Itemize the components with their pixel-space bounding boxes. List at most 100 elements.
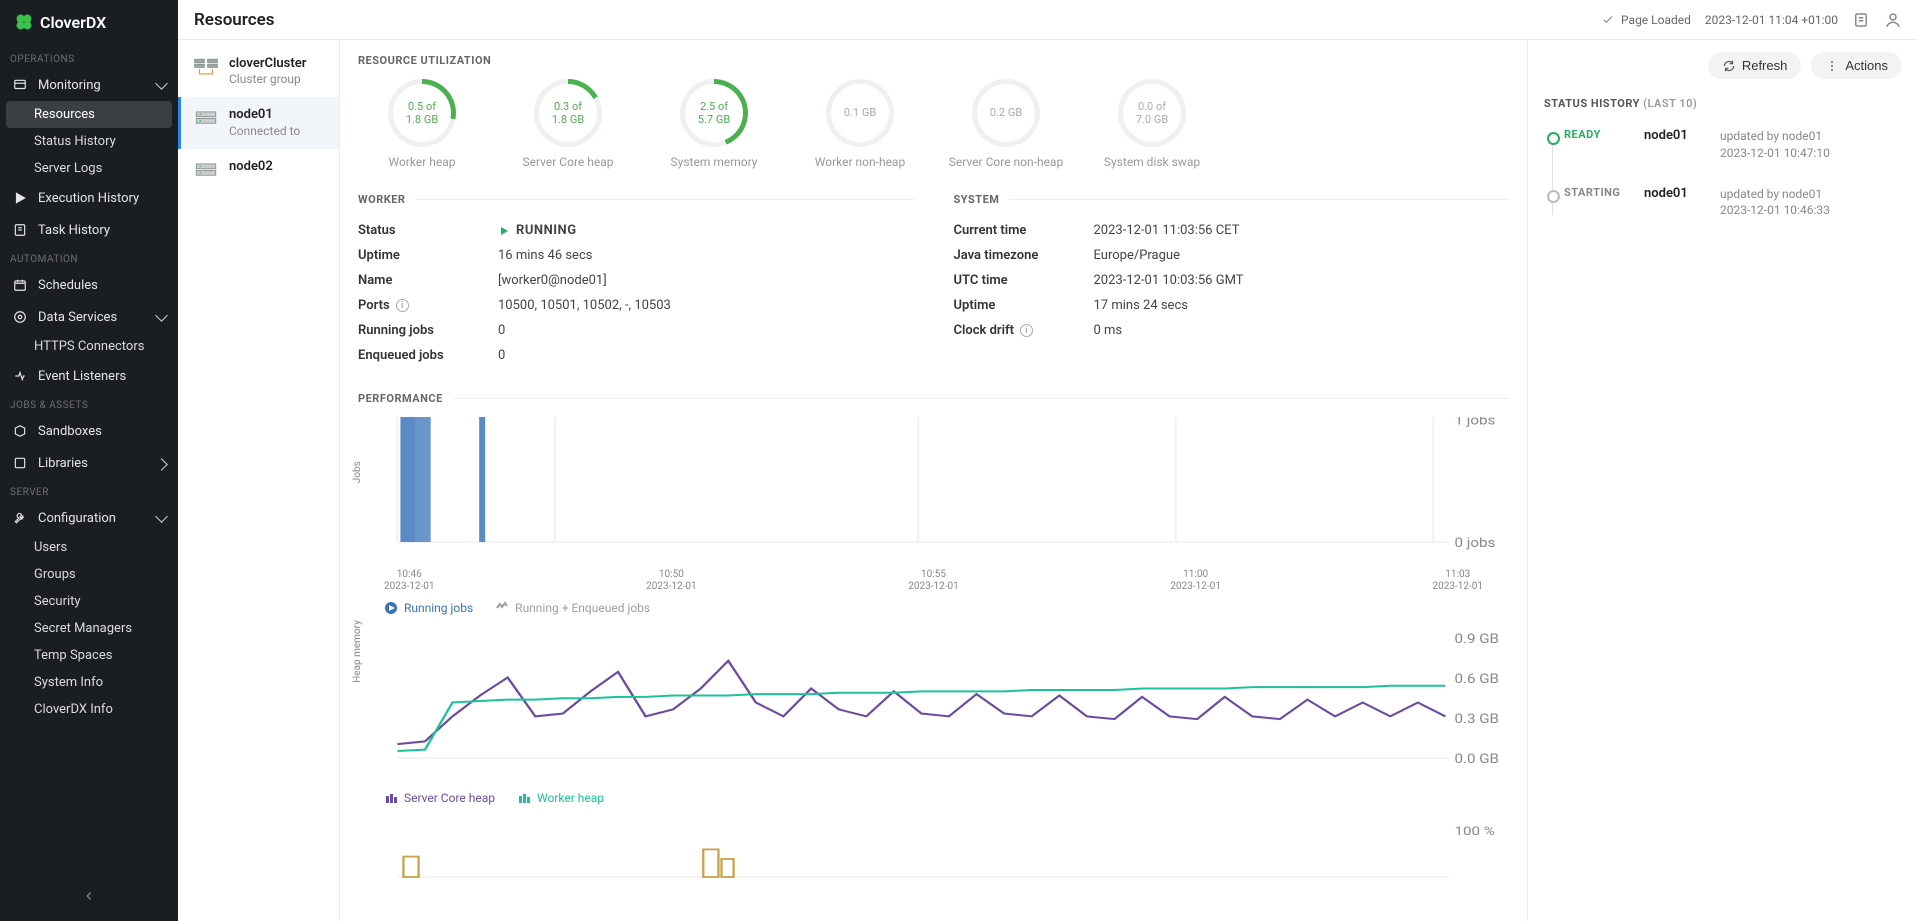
worker-enq-key: Enqueued jobs bbox=[358, 348, 498, 363]
services-icon bbox=[12, 309, 28, 325]
status-history-list: READY node01 updated by node012023-12-01… bbox=[1544, 128, 1902, 219]
refresh-button[interactable]: Refresh bbox=[1708, 52, 1802, 79]
worker-name-value: [worker0@node01] bbox=[498, 273, 607, 288]
nav-group-automation: AUTOMATION bbox=[0, 246, 178, 269]
nav-monitoring-label: Monitoring bbox=[38, 78, 101, 93]
nav-sandboxes-label: Sandboxes bbox=[38, 424, 102, 439]
worker-status-key: Status bbox=[358, 223, 498, 238]
sys-up-value: 17 mins 24 secs bbox=[1094, 298, 1188, 313]
history-status: READY bbox=[1564, 128, 1626, 141]
sys-utc-key: UTC time bbox=[954, 273, 1094, 288]
calendar-icon bbox=[12, 277, 28, 293]
wrench-icon bbox=[12, 510, 28, 526]
node01-sub: Connected to bbox=[229, 124, 300, 139]
worker-enq-value: 0 bbox=[498, 348, 505, 363]
worker-ports-value: 10500, 10501, 10502, -, 10503 bbox=[498, 298, 671, 313]
gauge: 0.2 GB Server Core non-heap bbox=[942, 79, 1070, 169]
node-list: cloverCluster Cluster group node01 Conne… bbox=[178, 40, 340, 921]
status-history-title: STATUS HISTORY (LAST 10) bbox=[1544, 97, 1902, 110]
kebab-icon bbox=[1825, 59, 1839, 73]
worker-running-value: 0 bbox=[498, 323, 505, 338]
nav-data-services[interactable]: Data Services bbox=[0, 301, 178, 333]
node-cluster-name: cloverCluster bbox=[229, 56, 306, 72]
performance-title: PERFORMANCE bbox=[358, 392, 1509, 405]
nav-https-connectors[interactable]: HTTPS Connectors bbox=[0, 333, 178, 360]
svg-text:0 jobs: 0 jobs bbox=[1454, 536, 1495, 550]
worker-status-value: RUNNING bbox=[498, 223, 577, 238]
history-meta: updated by node012023-12-01 10:47:10 bbox=[1720, 128, 1830, 162]
gauge-row: 0.5 of1.8 GB Worker heap 0.3 of1.8 GB Se… bbox=[358, 79, 1509, 169]
page-loaded-status: Page Loaded bbox=[1601, 13, 1691, 27]
nav-status-history[interactable]: Status History bbox=[0, 128, 178, 155]
check-icon bbox=[1601, 13, 1615, 27]
nav-monitoring[interactable]: Monitoring bbox=[0, 69, 178, 101]
nav-task-history[interactable]: Task History bbox=[0, 214, 178, 246]
brand-logo: CloverDX bbox=[0, 0, 178, 46]
gauge: 2.5 of5.7 GB System memory bbox=[650, 79, 778, 169]
history-status: STARTING bbox=[1564, 186, 1626, 199]
notes-icon[interactable] bbox=[1852, 11, 1870, 29]
sys-cd-value: 0 ms bbox=[1094, 323, 1123, 338]
heap-legend: Server Core heap Worker heap bbox=[384, 791, 1509, 805]
sidebar: CloverDX OPERATIONS Monitoring Resources… bbox=[0, 0, 178, 921]
topbar: Resources Page Loaded 2023-12-01 11:04 +… bbox=[178, 0, 1918, 40]
node-cluster[interactable]: cloverCluster Cluster group bbox=[178, 46, 339, 97]
gauge-value: 0.3 of1.8 GB bbox=[552, 100, 584, 126]
clover-icon bbox=[14, 12, 34, 32]
content: cloverCluster Cluster group node01 Conne… bbox=[178, 40, 1918, 921]
sys-cd-key: Clock drift i bbox=[954, 323, 1094, 338]
sys-utc-value: 2023-12-01 10:03:56 GMT bbox=[1094, 273, 1244, 288]
svg-text:0.3 GB: 0.3 GB bbox=[1454, 712, 1498, 726]
nav-schedules[interactable]: Schedules bbox=[0, 269, 178, 301]
legend-worker-heap[interactable]: Worker heap bbox=[517, 791, 604, 805]
chevron-left-icon bbox=[82, 889, 96, 903]
gauge-value: 2.5 of5.7 GB bbox=[698, 100, 730, 126]
nav-libraries[interactable]: Libraries bbox=[0, 447, 178, 479]
nav-group-jobs: JOBS & ASSETS bbox=[0, 392, 178, 415]
jobs-x-ticks: 10:462023-12-01 10:502023-12-01 10:55202… bbox=[384, 569, 1483, 593]
gauge-value: 0.5 of1.8 GB bbox=[406, 100, 438, 126]
svg-text:100 %: 100 % bbox=[1454, 824, 1494, 838]
nav-cloverdx-info[interactable]: CloverDX Info bbox=[0, 696, 178, 723]
nav-system-info[interactable]: System Info bbox=[0, 669, 178, 696]
gauge-value: 0.0 of7.0 GB bbox=[1136, 100, 1168, 126]
refresh-icon bbox=[1722, 59, 1736, 73]
nav-security[interactable]: Security bbox=[0, 588, 178, 615]
legend-enq-jobs[interactable]: Running + Enqueued jobs bbox=[495, 601, 650, 615]
actions-button[interactable]: Actions bbox=[1811, 52, 1902, 79]
node-node01[interactable]: node01 Connected to bbox=[178, 97, 339, 148]
history-node: node01 bbox=[1644, 128, 1702, 143]
info-icon[interactable]: i bbox=[1020, 324, 1033, 337]
node-node02[interactable]: node02 bbox=[178, 149, 339, 195]
right-panel: Refresh Actions STATUS HISTORY (LAST 10)… bbox=[1528, 40, 1918, 921]
sidebar-collapse[interactable] bbox=[0, 879, 178, 921]
svg-text:0.9 GB: 0.9 GB bbox=[1454, 633, 1498, 647]
info-icon[interactable]: i bbox=[396, 299, 409, 312]
nav-groups[interactable]: Groups bbox=[0, 561, 178, 588]
gauge: 0.1 GB Worker non-heap bbox=[796, 79, 924, 169]
history-row: STARTING node01 updated by node012023-12… bbox=[1564, 186, 1902, 220]
legend-running-jobs[interactable]: Running jobs bbox=[384, 601, 473, 615]
resource-utilization-title: RESOURCE UTILIZATION bbox=[358, 54, 1509, 67]
nav-temp-spaces[interactable]: Temp Spaces bbox=[0, 642, 178, 669]
nav-resources[interactable]: Resources bbox=[6, 101, 172, 128]
nav-server-logs[interactable]: Server Logs bbox=[0, 155, 178, 182]
jobs-y-title: Jobs bbox=[352, 461, 363, 483]
nav-execution-history[interactable]: Execution History bbox=[0, 182, 178, 214]
library-icon bbox=[12, 455, 28, 471]
nav-users[interactable]: Users bbox=[0, 534, 178, 561]
nav-sandboxes[interactable]: Sandboxes bbox=[0, 415, 178, 447]
user-icon[interactable] bbox=[1884, 11, 1902, 29]
nav-event-listeners[interactable]: Event Listeners bbox=[0, 360, 178, 392]
page-timestamp: 2023-12-01 11:04 +01:00 bbox=[1705, 13, 1838, 27]
nav-secret-managers[interactable]: Secret Managers bbox=[0, 615, 178, 642]
heap-chart: Heap memory 0.9 GB 0.6 GB 0.3 GB 0.0 GB bbox=[358, 633, 1509, 783]
listener-icon bbox=[12, 368, 28, 384]
worker-uptime-value: 16 mins 46 secs bbox=[498, 248, 592, 263]
history-node: node01 bbox=[1644, 186, 1702, 201]
nav-configuration[interactable]: Configuration bbox=[0, 502, 178, 534]
nav-event-listeners-label: Event Listeners bbox=[38, 369, 126, 384]
legend-core-heap[interactable]: Server Core heap bbox=[384, 791, 495, 805]
sys-tz-key: Java timezone bbox=[954, 248, 1094, 263]
jobs-legend: Running jobs Running + Enqueued jobs bbox=[384, 601, 1509, 615]
